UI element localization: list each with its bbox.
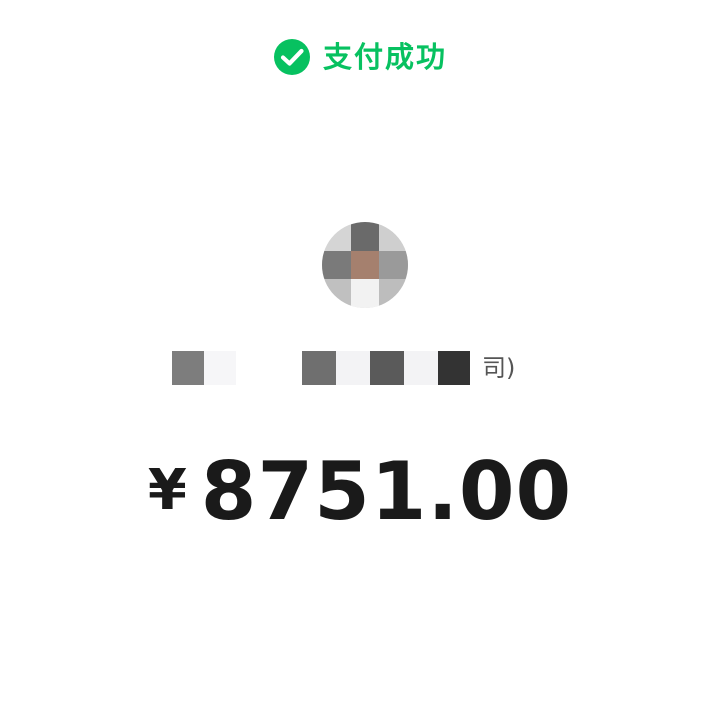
avatar-mosaic-cell <box>350 250 380 280</box>
redacted-name-block <box>404 351 438 385</box>
redacted-name-block <box>236 351 302 385</box>
avatar-mosaic-cell <box>322 250 351 280</box>
amount-value: 8751.00 <box>200 445 573 538</box>
redacted-name-block <box>370 351 404 385</box>
currency-symbol: ¥ <box>147 458 187 523</box>
avatar <box>322 222 408 308</box>
check-icon <box>273 39 310 75</box>
redacted-name-block <box>172 351 204 385</box>
avatar-mosaic-cell <box>350 222 380 251</box>
avatar-mosaic-cell <box>322 279 351 308</box>
redacted-name-block <box>336 351 370 385</box>
avatar-mosaic-cell <box>379 222 408 251</box>
avatar-mosaic-cell <box>350 279 380 308</box>
redacted-name-block <box>204 351 236 385</box>
payment-success-screen: 支付成功 司) ¥ 8751.00 <box>0 0 720 723</box>
avatar-mosaic-cell <box>379 279 408 308</box>
payee-name: 司) <box>172 350 515 386</box>
redacted-name-block <box>438 351 470 385</box>
payment-status: 支付成功 <box>0 38 720 76</box>
status-text: 支付成功 <box>322 39 447 74</box>
avatar-mosaic-cell <box>379 250 408 280</box>
payee-name-suffix: 司) <box>482 354 516 382</box>
avatar-mosaic-cell <box>322 222 351 251</box>
payment-amount: ¥ 8751.00 <box>0 445 720 538</box>
redacted-name-block <box>302 351 336 385</box>
